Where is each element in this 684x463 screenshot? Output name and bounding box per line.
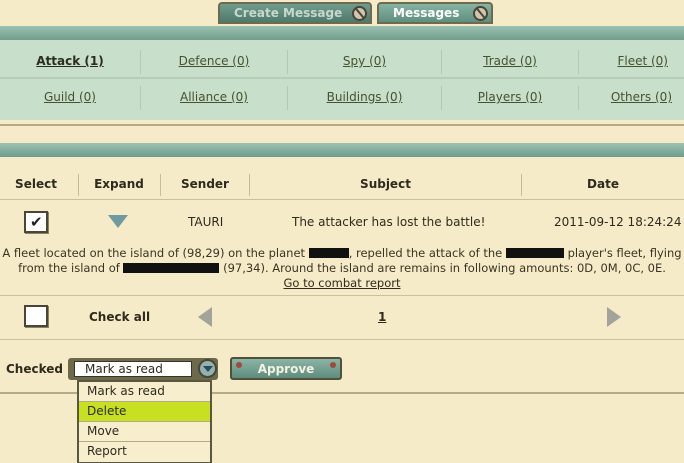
category-fleet[interactable]: Fleet (0) xyxy=(579,44,684,78)
message-date: 2011-09-12 18:24:24 xyxy=(554,215,682,229)
divider xyxy=(0,77,684,79)
message-subject[interactable]: The attacker has lost the battle! xyxy=(292,208,485,236)
chevron-down-icon[interactable] xyxy=(198,359,217,378)
bolt-icon xyxy=(236,362,242,368)
checkmark-icon: ✔ xyxy=(30,213,43,231)
action-select-value: Mark as read xyxy=(74,361,192,377)
category-buildings[interactable]: Buildings (0) xyxy=(288,80,441,114)
combat-report-link[interactable]: Go to combat report xyxy=(284,276,401,290)
header-date: Date xyxy=(587,177,619,191)
category-players[interactable]: Players (0) xyxy=(442,80,578,114)
divider xyxy=(0,199,684,200)
tab-create-message[interactable]: Create Message xyxy=(218,2,372,24)
category-nav: Attack (1) Defence (0) Spy (0) Trade (0)… xyxy=(0,40,684,120)
message-text: , repelled the attack of the xyxy=(348,246,503,260)
message-text: player's fleet, flying xyxy=(567,246,682,260)
redacted-player xyxy=(505,248,564,258)
checked-label: Checked xyxy=(6,362,63,376)
message-body-line: from the island of (97,34). Around the i… xyxy=(0,261,684,276)
message-select-checkbox[interactable]: ✔ xyxy=(24,211,48,233)
redacted-island-owner xyxy=(123,263,220,273)
category-row: Guild (0) Alliance (0) Buildings (0) Pla… xyxy=(0,80,684,114)
check-all-label: Check all xyxy=(89,310,151,324)
table-row[interactable]: ✔ TAURI The attacker has lost the battle… xyxy=(0,208,684,236)
header-subject: Subject xyxy=(360,177,411,191)
redacted-planet xyxy=(308,248,349,258)
approve-button[interactable]: Approve xyxy=(230,357,342,380)
header-sender: Sender xyxy=(181,177,229,191)
category-alliance[interactable]: Alliance (0) xyxy=(141,80,287,114)
expand-triangle-icon[interactable] xyxy=(108,215,128,228)
divider xyxy=(0,339,684,340)
message-sender: TAURI xyxy=(188,215,224,229)
message-text: (97,34). Around the island are remains i… xyxy=(223,261,666,275)
message-text: A fleet located on the island of (98,29)… xyxy=(2,246,306,260)
category-attack[interactable]: Attack (1) xyxy=(0,44,140,78)
table-frame-bar xyxy=(0,143,684,157)
page-number-link[interactable]: 1 xyxy=(378,302,386,332)
no-entry-icon xyxy=(352,6,367,21)
tab-messages[interactable]: Messages xyxy=(377,2,493,24)
divider xyxy=(0,124,684,126)
tab-create-message-label: Create Message xyxy=(234,6,343,20)
top-frame-bar xyxy=(0,26,684,40)
category-trade[interactable]: Trade (0) xyxy=(442,44,578,78)
no-entry-icon xyxy=(473,6,488,21)
category-row: Attack (1) Defence (0) Spy (0) Trade (0)… xyxy=(0,44,684,78)
action-dropdown-menu: Mark as read Delete Move Report xyxy=(77,380,212,463)
bolt-icon xyxy=(330,362,336,368)
menu-item-delete[interactable]: Delete xyxy=(79,402,210,422)
previous-page-arrow-icon[interactable] xyxy=(198,307,212,327)
menu-item-move[interactable]: Move xyxy=(79,422,210,442)
table-header: Select Expand Sender Subject Date xyxy=(0,170,684,198)
action-select[interactable]: Mark as read xyxy=(68,358,218,380)
header-expand: Expand xyxy=(94,177,144,191)
divider xyxy=(0,295,684,296)
message-body: A fleet located on the island of (98,29)… xyxy=(0,246,684,291)
category-defence[interactable]: Defence (0) xyxy=(141,44,287,78)
category-spy[interactable]: Spy (0) xyxy=(288,44,441,78)
header-select: Select xyxy=(15,177,57,191)
pagination-row: Check all 1 xyxy=(0,302,684,332)
top-tab-bar: Create Message Messages xyxy=(0,0,684,26)
approve-button-label: Approve xyxy=(257,361,315,376)
check-all-checkbox[interactable] xyxy=(24,305,48,327)
category-others[interactable]: Others (0) xyxy=(579,80,684,114)
menu-item-mark-as-read[interactable]: Mark as read xyxy=(79,382,210,402)
tab-messages-label: Messages xyxy=(393,6,460,20)
menu-item-report[interactable]: Report xyxy=(79,442,210,462)
message-body-line: Go to combat report xyxy=(0,276,684,291)
category-guild[interactable]: Guild (0) xyxy=(0,80,140,114)
message-body-line: A fleet located on the island of (98,29)… xyxy=(0,246,684,261)
next-page-arrow-icon[interactable] xyxy=(607,307,621,327)
message-text: from the island of xyxy=(18,261,120,275)
